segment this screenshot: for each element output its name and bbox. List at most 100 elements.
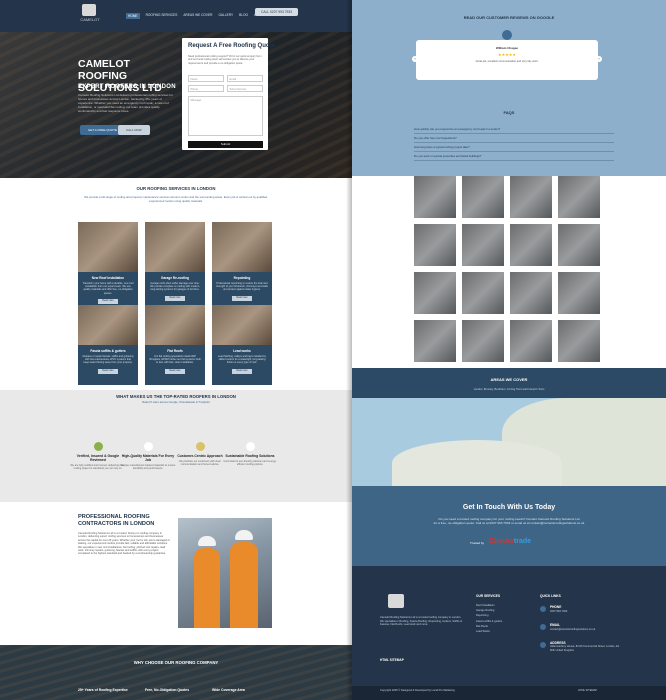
read-more-button[interactable]: Read more	[98, 368, 118, 374]
footer-sitemap[interactable]: HTML SITEMAP	[380, 658, 404, 662]
worker-figure	[194, 548, 220, 628]
call-button[interactable]: CALL 0207 993 7933	[255, 8, 299, 16]
message-field[interactable]: Message	[188, 96, 263, 136]
why-heading: WHAT MAKES US THE TOP-RATED ROOFERS IN L…	[116, 394, 236, 399]
reviews-heading: READ OUR CUSTOMER REVIEWS ON GOOGLE	[463, 15, 555, 20]
read-more-button[interactable]: Read more	[232, 295, 252, 301]
check-badge-icon	[93, 442, 103, 451]
hardhat-icon	[198, 536, 216, 546]
call-now-button[interactable]: CALL NOW	[118, 125, 150, 135]
choose-item: 25+ Years of Roofing Expertise	[78, 688, 128, 692]
service-image	[78, 305, 138, 345]
gallery-photo[interactable]	[462, 176, 504, 218]
checkatrade-logo[interactable]: Checkatrade	[489, 538, 531, 545]
hero-subtitle: EXPERT ROOFERS IN LONDON	[78, 84, 176, 90]
menu-item-roofing-services[interactable]: ROOFING SERVICES	[146, 13, 178, 19]
service-image	[212, 305, 272, 345]
service-card[interactable]: Flat Roofs Our flat roofing specialists i…	[145, 305, 205, 385]
right-page-column: READ OUR CUSTOMER REVIEWS ON GOOGLE Will…	[352, 0, 666, 700]
faq-item[interactable]: Do you work on period properties and lis…	[414, 154, 614, 161]
gallery-photo[interactable]	[558, 176, 600, 218]
service-select[interactable]: Select Service	[227, 85, 263, 92]
gallery-photo[interactable]	[414, 320, 456, 362]
gallery-photo[interactable]	[558, 224, 600, 266]
menu-item-blog[interactable]: BLOG	[239, 13, 248, 19]
prev-arrow-icon[interactable]: ‹	[412, 56, 418, 62]
hero-text: Camelot Roofing Solutions Ltd delivers p…	[78, 93, 173, 113]
menu-item-areas[interactable]: AREAS WE COVER	[183, 13, 212, 19]
submit-button[interactable]: Submit	[188, 141, 263, 148]
gallery-photo[interactable]	[462, 320, 504, 362]
choose-item: Wide Coverage Area	[212, 688, 245, 692]
review-text: Great job, excellent communication and v…	[475, 60, 539, 63]
footer-link[interactable]: Lead Works	[476, 629, 536, 634]
gallery-photo[interactable]	[510, 272, 552, 314]
gallery-photo[interactable]	[462, 224, 504, 266]
logo-icon[interactable]	[82, 4, 96, 16]
read-more-button[interactable]: Read more	[232, 368, 252, 374]
gallery-photo[interactable]	[414, 224, 456, 266]
footer-logo-icon[interactable]	[388, 594, 404, 608]
service-card[interactable]: Lead works Lead flashing, valleys and bay…	[212, 305, 272, 385]
feature-item: Sustainable Roofing Solutions Committed t…	[222, 442, 278, 466]
footer-services-list: Roof Installation Garage Roofing Repoint…	[476, 603, 536, 634]
next-arrow-icon[interactable]: ›	[596, 56, 602, 62]
roofers-photo	[178, 518, 272, 628]
hardhat-icon	[235, 530, 253, 540]
service-image	[145, 305, 205, 345]
why-sub: Rated 5 stars across Google, Checkatrade…	[142, 400, 210, 404]
phone-number[interactable]: 0207 993 7933	[550, 609, 567, 614]
hero-banner	[0, 32, 352, 178]
menu-item-gallery[interactable]: GALLERY	[218, 13, 233, 19]
google-icon	[502, 30, 512, 40]
feature-desc: Committed to eco-friendly practices and …	[223, 460, 277, 467]
service-card[interactable]: Fascia soffits & gutters Replace or repai…	[78, 305, 138, 385]
gallery-photo[interactable]	[414, 176, 456, 218]
logo-text: CAMELOT	[80, 17, 100, 22]
gallery-photo[interactable]	[558, 320, 600, 362]
menu-item-home[interactable]: HOME	[126, 13, 140, 19]
services-heading: OUR ROOFING SERVICES IN LONDON	[136, 186, 216, 191]
read-more-button[interactable]: Read more	[98, 298, 118, 304]
choose-item: Free, No-Obligation Quotes	[145, 688, 190, 692]
worker-figure	[230, 542, 258, 628]
faq-item[interactable]: How quickly can you respond to an emerge…	[414, 127, 614, 134]
faq-item[interactable]: Do you offer free roof inspections?	[414, 136, 614, 143]
gallery-grid	[412, 176, 608, 368]
bottom-sitemap-link[interactable]: HTML SITEMAP	[578, 688, 597, 693]
service-desc: Lead flashing, valleys and bays installe…	[218, 355, 266, 365]
email-field[interactable]: Email	[227, 75, 263, 82]
gallery-photo[interactable]	[510, 176, 552, 218]
service-desc: Garage roofs often suffer damage over ti…	[150, 282, 200, 292]
gallery-photo[interactable]	[558, 272, 600, 314]
feature-title: Customer-Centric Approach	[177, 454, 223, 458]
name-field[interactable]: Name	[188, 75, 224, 82]
phone-field[interactable]: Phone	[188, 85, 224, 92]
checkatrade-logo-part: trade	[513, 538, 532, 545]
choose-heading: WHY CHOOSE OUR ROOFING COMPANY	[133, 660, 219, 665]
feature-desc: We are fully certified and insured, deli…	[70, 464, 126, 471]
copyright-text: Copyright 2025 © Designed & Developed by…	[380, 689, 455, 692]
read-more-button[interactable]: Read more	[165, 368, 185, 374]
footer-quick-heading: QUICK LINKS	[540, 594, 561, 598]
gallery-photo[interactable]	[462, 272, 504, 314]
service-desc: Professional repointing to restore the l…	[216, 282, 268, 292]
read-more-button[interactable]: Read more	[165, 295, 185, 301]
service-desc: Replace or repair fascias, soffits and g…	[82, 355, 134, 365]
faqs-heading: FAQS	[503, 110, 515, 115]
feature-title: High-Quality Materials For Every Job	[121, 454, 175, 462]
service-image	[145, 222, 205, 272]
faq-item[interactable]: How long does a typical roofing project …	[414, 145, 614, 152]
map-land	[392, 440, 562, 486]
feature-item: Customer-Centric Approach We prioritise o…	[172, 442, 228, 466]
email-address[interactable]: contact@camelotroofingsolutions.co.uk	[550, 627, 650, 632]
reviewer-name: William Chagee	[495, 46, 519, 50]
gallery-photo[interactable]	[510, 320, 552, 362]
service-image	[78, 222, 138, 272]
reviews-section	[352, 0, 666, 192]
checkatrade-logo-part: Checka	[489, 538, 514, 545]
gallery-photo[interactable]	[414, 272, 456, 314]
contact-heading: Get In Touch With Us Today	[462, 504, 556, 511]
gallery-photo[interactable]	[510, 224, 552, 266]
footer-about: Camelot Roofing Solutions Ltd is a trust…	[380, 616, 462, 627]
